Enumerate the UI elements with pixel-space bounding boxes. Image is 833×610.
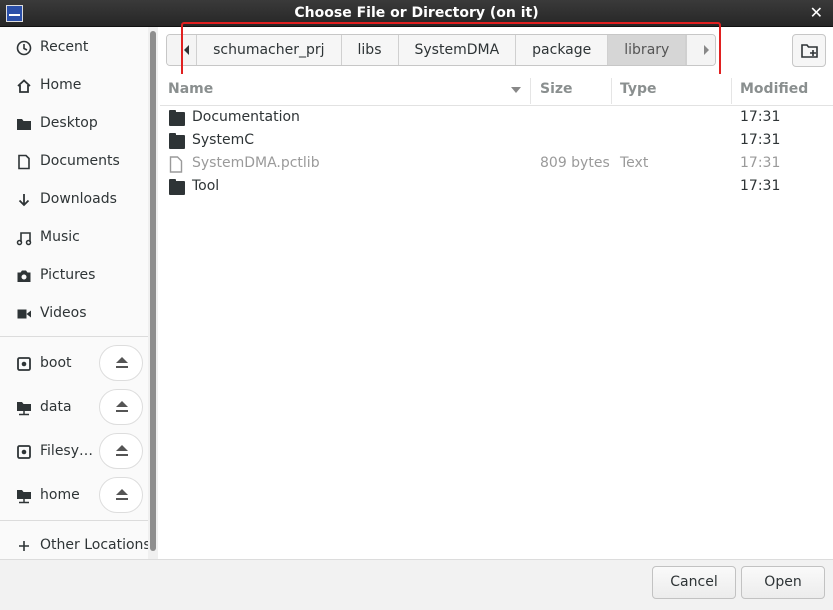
drive-icon xyxy=(17,445,31,459)
sidebar-item-music[interactable]: Music xyxy=(0,219,148,255)
sidebar-separator xyxy=(0,336,148,337)
sidebar-item-label: Videos xyxy=(40,305,87,321)
sidebar-item-videos[interactable]: Videos xyxy=(0,295,148,331)
network-drive-icon xyxy=(17,490,31,504)
annotation-highlight-box xyxy=(181,22,721,79)
sidebar-item-label: Other Locations xyxy=(40,537,151,553)
eject-button-home[interactable] xyxy=(99,477,143,513)
download-arrow-icon xyxy=(18,194,30,207)
new-folder-icon xyxy=(801,44,818,58)
film-icon xyxy=(17,309,31,319)
sidebar-item-label: Documents xyxy=(40,153,120,169)
sort-descending-icon xyxy=(511,87,521,93)
folder-icon xyxy=(169,133,185,149)
column-divider xyxy=(530,78,531,104)
document-icon xyxy=(18,154,30,170)
close-icon[interactable]: ✕ xyxy=(810,3,823,22)
file-list: Name Size Type Modified Documentation 17… xyxy=(160,74,833,559)
sidebar-item-label: home xyxy=(40,487,80,503)
sidebar-item-other-locations[interactable]: Other Locations xyxy=(0,527,151,563)
file-modified: 17:31 xyxy=(740,178,781,194)
camera-icon xyxy=(17,270,31,282)
new-folder-button[interactable] xyxy=(792,34,826,67)
sidebar-separator xyxy=(0,520,148,521)
plus-icon xyxy=(19,541,29,551)
file-row-tool[interactable]: Tool 17:31 xyxy=(160,176,833,199)
file-modified: 17:31 xyxy=(740,109,781,125)
sidebar-item-pictures[interactable]: Pictures xyxy=(0,257,148,293)
sidebar-item-label: Desktop xyxy=(40,115,98,131)
file-row-systemc[interactable]: SystemC 17:31 xyxy=(160,130,833,153)
music-note-icon xyxy=(16,232,32,246)
folder-icon xyxy=(169,179,185,195)
file-name: Documentation xyxy=(192,109,300,125)
text-file-icon xyxy=(169,156,183,173)
eject-button-filesystem[interactable] xyxy=(99,433,143,469)
eject-button-data[interactable] xyxy=(99,389,143,425)
sidebar-item-documents[interactable]: Documents xyxy=(0,143,148,179)
file-size: 809 bytes xyxy=(540,155,610,171)
file-name: Tool xyxy=(192,178,220,194)
sidebar-item-label: Music xyxy=(40,229,80,245)
sidebar-item-label: Recent xyxy=(40,39,89,55)
sidebar-item-downloads[interactable]: Downloads xyxy=(0,181,148,217)
file-modified: 17:31 xyxy=(740,132,781,148)
scrollbar-thumb[interactable] xyxy=(150,31,156,551)
folder-icon xyxy=(169,110,185,126)
folder-icon xyxy=(17,119,31,130)
sidebar-item-desktop[interactable]: Desktop xyxy=(0,105,148,141)
dialog-action-bar: Cancel Open xyxy=(0,559,833,610)
sidebar-item-label: data xyxy=(40,399,72,415)
file-type: Text xyxy=(620,155,649,171)
column-header-name[interactable]: Name xyxy=(168,81,213,97)
sidebar-item-label: boot xyxy=(40,355,72,371)
places-sidebar: Recent Home Desktop Documents Downloads … xyxy=(0,27,158,559)
network-drive-icon xyxy=(17,402,31,416)
column-header-modified[interactable]: Modified xyxy=(740,81,808,97)
sidebar-item-label: Downloads xyxy=(40,191,117,207)
sidebar-item-label: Home xyxy=(40,77,82,93)
file-row-systemdma-pctlib[interactable]: SystemDMA.pctlib 809 bytes Text 17:31 xyxy=(160,153,833,176)
sidebar-item-home[interactable]: Home xyxy=(0,67,148,103)
open-button[interactable]: Open xyxy=(741,566,825,599)
column-header-size[interactable]: Size xyxy=(540,81,573,97)
clock-icon xyxy=(16,40,32,56)
column-header-type[interactable]: Type xyxy=(620,81,657,97)
file-name: SystemC xyxy=(192,132,254,148)
file-modified: 17:31 xyxy=(740,155,781,171)
file-name: SystemDMA.pctlib xyxy=(192,155,320,171)
sidebar-scrollbar[interactable] xyxy=(148,27,158,559)
drive-icon xyxy=(17,357,31,371)
sidebar-item-label: Filesy… xyxy=(40,443,94,459)
cancel-button[interactable]: Cancel xyxy=(652,566,736,599)
sidebar-item-label: Pictures xyxy=(40,267,96,283)
eject-button-boot[interactable] xyxy=(99,345,143,381)
column-divider xyxy=(611,78,612,104)
window-title: Choose File or Directory (on it) xyxy=(294,5,539,21)
column-divider xyxy=(731,78,732,104)
list-header: Name Size Type Modified xyxy=(160,74,833,106)
home-icon xyxy=(17,79,31,93)
sidebar-item-recent[interactable]: Recent xyxy=(0,29,148,65)
file-row-documentation[interactable]: Documentation 17:31 xyxy=(160,107,833,130)
